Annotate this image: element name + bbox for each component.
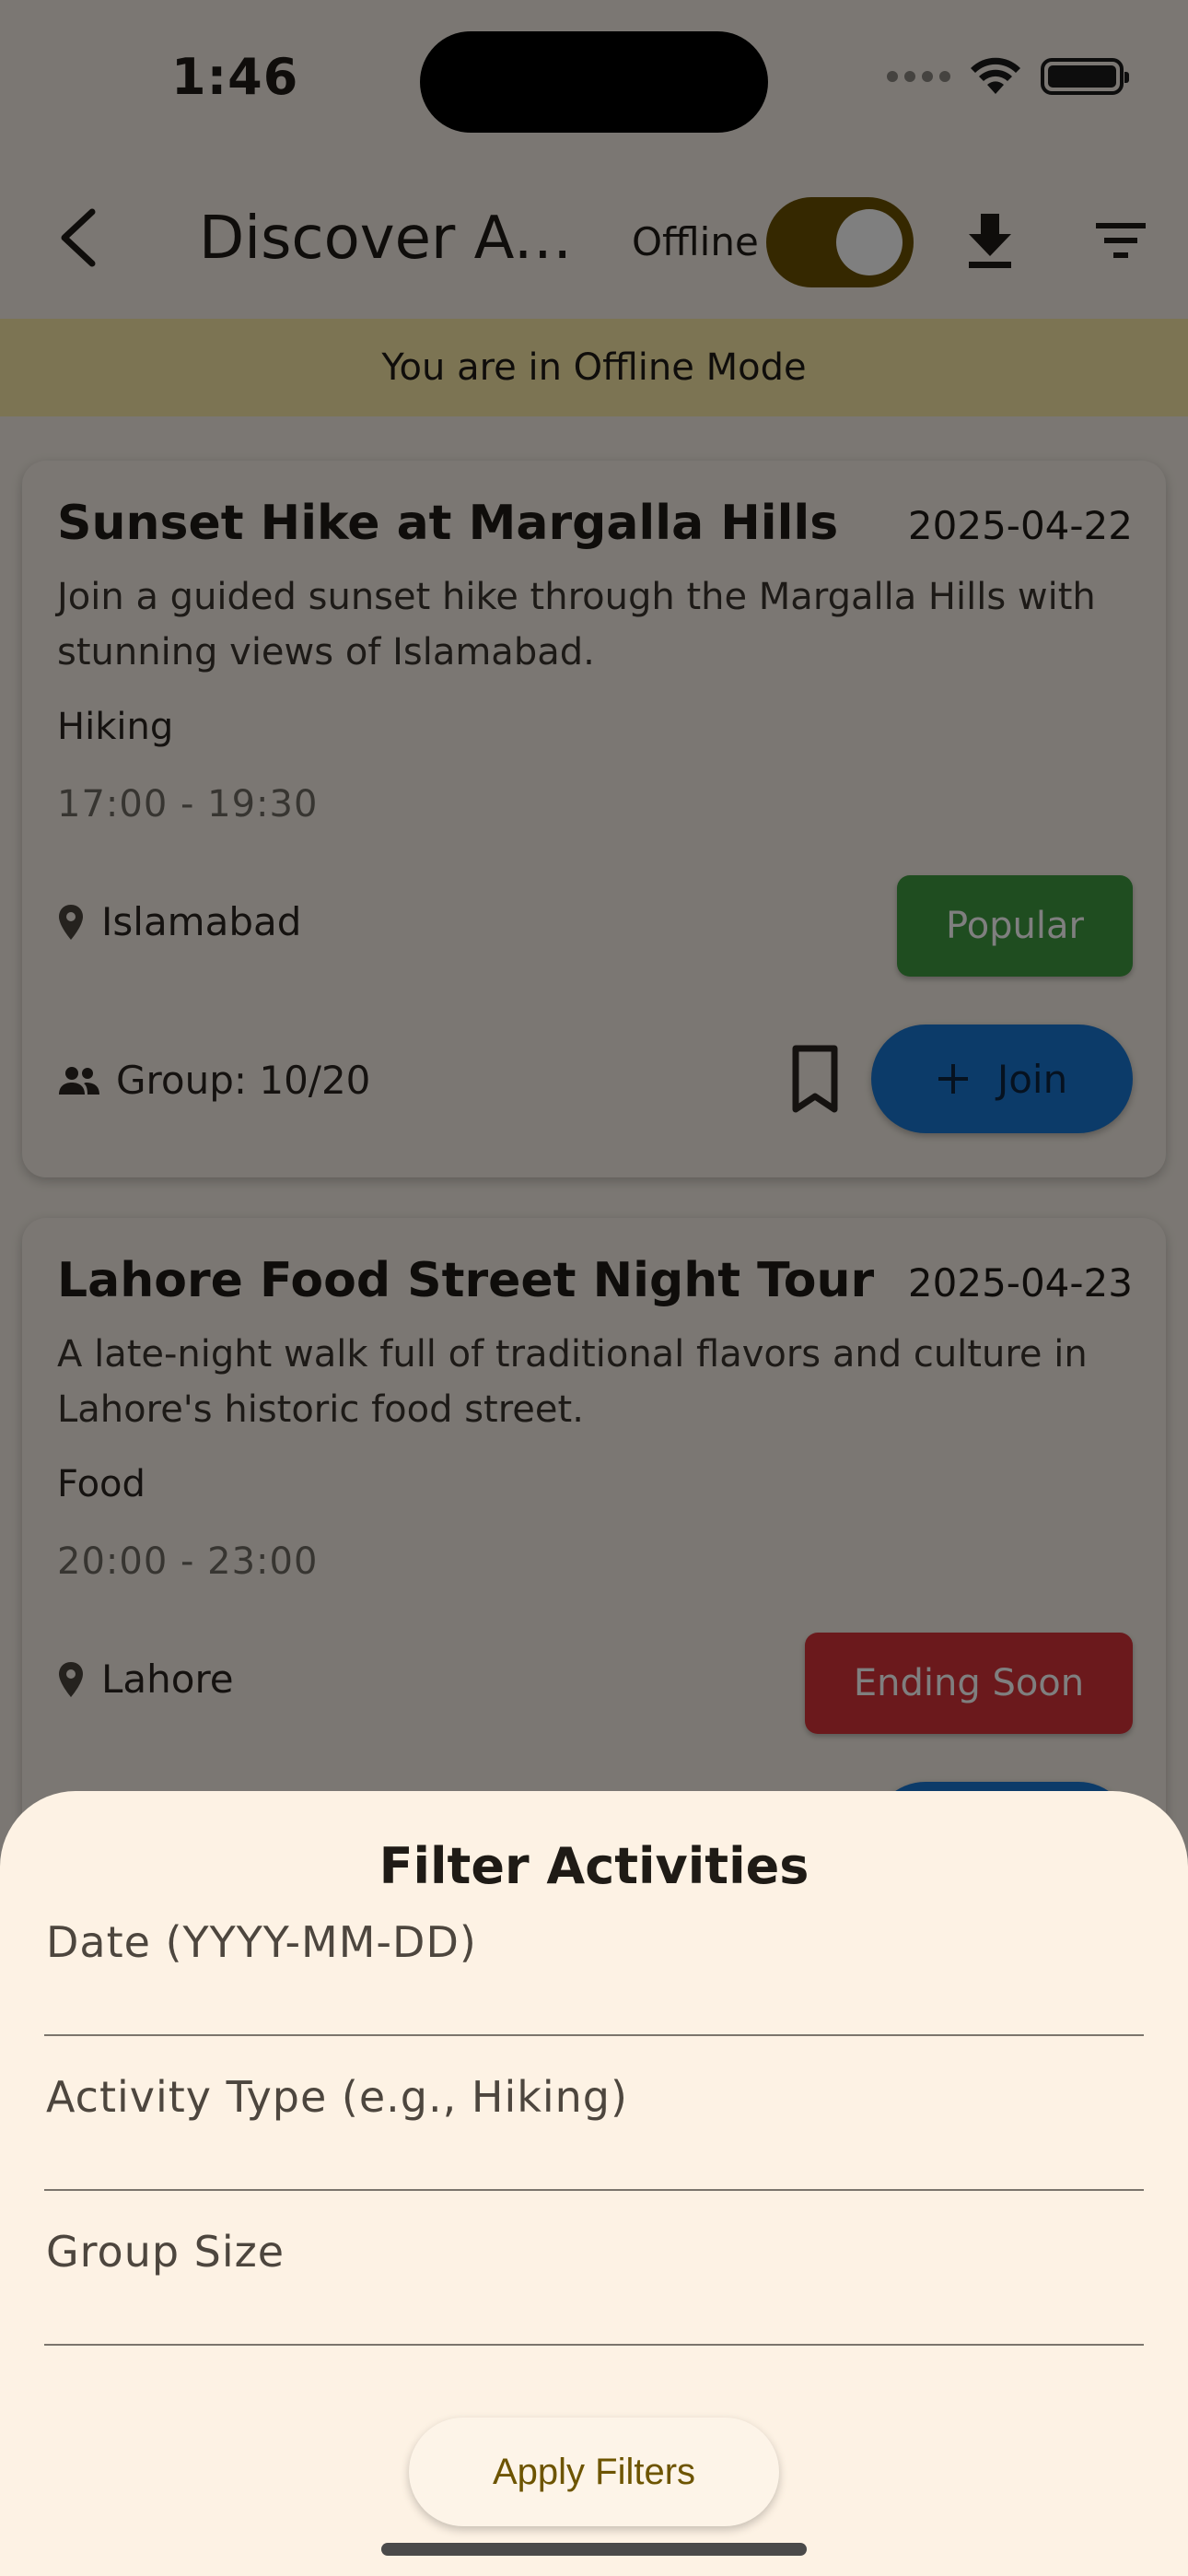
apply-filters-button[interactable]: Apply Filters (409, 2418, 779, 2526)
group-size-field[interactable] (44, 2191, 1144, 2346)
activity-type-field[interactable] (44, 2036, 1144, 2191)
home-indicator[interactable] (381, 2543, 807, 2556)
group-size-input[interactable] (46, 2215, 1133, 2289)
activity-type-input[interactable] (46, 2060, 1133, 2134)
screen: 1:46 Discover Acti... Offline (0, 0, 1188, 2576)
date-field[interactable] (44, 1881, 1144, 2036)
filter-bottom-sheet: Filter Activities Apply Filters (0, 1791, 1188, 2576)
date-input[interactable] (46, 1905, 1133, 1979)
